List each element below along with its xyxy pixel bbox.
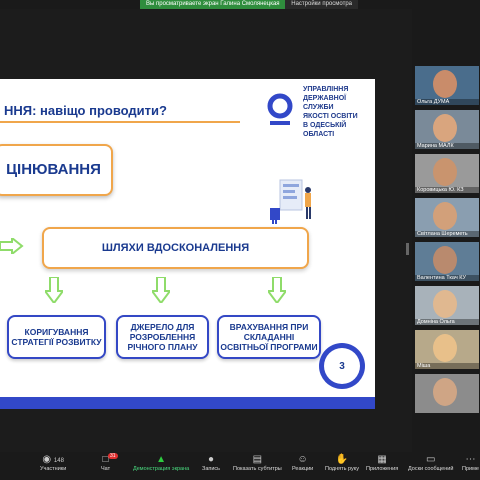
apps-button[interactable]: ▦ Приложения <box>366 454 398 472</box>
participant-avatar <box>433 158 457 186</box>
evaluation-box: ЦІНЮВАННЯ <box>0 144 113 196</box>
participant-avatar <box>433 378 457 406</box>
annual-plan-box: ДЖЕРЕЛО ДЛЯ РОЗРОБЛЕННЯ РІЧНОГО ПЛАНУ <box>116 315 209 359</box>
shared-screen-area: ННЯ: навіщо проводити? УПРАВЛІННЯ ДЕРЖАВ… <box>0 9 412 452</box>
title-underline <box>0 121 240 123</box>
whiteboard-icon: ▭ <box>425 454 436 465</box>
participant-gallery: Ольга ДУМА Марина МАЛК Коровицька Ю. КЗ … <box>412 66 480 416</box>
chat-button[interactable]: □ 31 Чат <box>101 453 118 472</box>
record-button[interactable]: ● Запись <box>202 454 220 472</box>
incoming-arrow-icon <box>0 238 24 254</box>
down-arrow-icon <box>45 277 63 303</box>
down-arrow-icon <box>152 277 170 303</box>
participant-tile[interactable]: Коровицька Ю. КЗ <box>415 154 479 193</box>
analytics-illustration-icon <box>270 179 311 224</box>
participant-avatar <box>433 290 457 318</box>
participant-tile[interactable]: Світлана Шереметь <box>415 198 479 237</box>
screen-share-banner: Вы просматриваете экран Галина Смолянецк… <box>140 0 358 9</box>
more-button[interactable]: ⋯ Приме <box>462 454 479 472</box>
participant-tile[interactable]: Марина МАЛК <box>415 110 479 149</box>
org-name: УПРАВЛІННЯ ДЕРЖАВНОЇ СЛУЖБИ ЯКОСТІ ОСВІТ… <box>303 86 358 138</box>
more-icon: ⋯ <box>465 454 476 465</box>
cc-icon: ▤ <box>252 454 263 465</box>
improvement-paths-box: ШЛЯХИ ВДОСКОНАЛЕННЯ <box>42 227 309 269</box>
participant-avatar <box>433 114 457 142</box>
hand-icon: ✋ <box>335 454 349 465</box>
strategy-box: КОРИГУВАННЯ СТРАТЕГІЇ РОЗВИТКУ <box>7 315 106 359</box>
record-icon: ● <box>208 454 215 465</box>
down-arrow-icon <box>268 277 286 303</box>
participant-avatar <box>433 334 457 362</box>
panel-resize-handle[interactable] <box>406 243 409 255</box>
participant-tile[interactable]: Валентина Ткач КУ <box>415 242 479 281</box>
share-screen-button[interactable]: ▲ Демонстрация экрана <box>133 454 189 472</box>
education-program-box: ВРАХУВАННЯ ПРИ СКЛАДАННІ ОСВІТНЬОЇ ПРОГР… <box>217 315 321 359</box>
participant-tile[interactable]: Ольга ДУМА <box>415 66 479 105</box>
slide-footer-band <box>0 397 375 409</box>
reactions-button[interactable]: ☺ Реакции <box>292 454 313 472</box>
participant-tile[interactable]: Домніна Ольга <box>415 286 479 325</box>
presentation-slide: ННЯ: навіщо проводити? УПРАВЛІННЯ ДЕРЖАВ… <box>0 79 375 409</box>
view-options-button[interactable]: Настройки просмотра <box>285 0 358 9</box>
chat-badge: 31 <box>108 453 118 459</box>
participant-avatar <box>433 202 457 230</box>
apps-icon: ▦ <box>377 454 387 465</box>
share-screen-icon: ▲ <box>156 454 167 465</box>
participant-avatar <box>433 246 457 274</box>
page-number-badge: 3 <box>319 343 365 389</box>
share-notice: Вы просматриваете экран Галина Смолянецк… <box>146 1 280 7</box>
participant-avatar <box>433 70 457 98</box>
slide-title: ННЯ: навіщо проводити? <box>4 103 167 118</box>
page-number: 3 <box>324 348 360 384</box>
raise-hand-button[interactable]: ✋ Поднять руку <box>325 454 359 472</box>
meeting-toolbar: ◉ 148 Участники □ 31 Чат ▲ Демонстрация … <box>0 452 480 480</box>
org-logo-icon <box>267 93 293 125</box>
subtitles-button[interactable]: ▤ Показать субтитры <box>233 454 282 472</box>
participant-tile[interactable] <box>415 374 479 413</box>
people-icon: ◉ 148 <box>42 454 64 465</box>
participants-button[interactable]: ◉ 148 Участники <box>40 454 66 472</box>
whiteboard-button[interactable]: ▭ Доски сообщений <box>408 454 453 472</box>
participant-tile[interactable]: Міша <box>415 330 479 369</box>
reaction-smile-icon: ☺ <box>297 454 308 465</box>
